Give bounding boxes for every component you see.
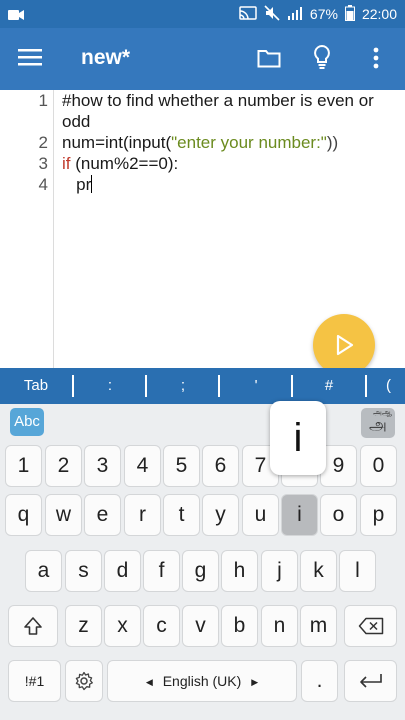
key-f[interactable]: f: [143, 550, 180, 592]
more-options-icon[interactable]: [372, 46, 380, 75]
symbol-paren[interactable]: (: [386, 368, 405, 404]
key-w[interactable]: w: [45, 494, 82, 536]
key-g[interactable]: g: [182, 550, 219, 592]
line-number: 2: [38, 133, 48, 152]
key-k[interactable]: k: [300, 550, 337, 592]
clock: 22:00: [361, 6, 397, 22]
key-z[interactable]: z: [65, 605, 102, 647]
symbol-tab[interactable]: Tab: [10, 368, 62, 404]
code-token: pr: [62, 175, 92, 194]
key-2[interactable]: 2: [45, 445, 82, 487]
key-d[interactable]: d: [104, 550, 141, 592]
symbol-semicolon[interactable]: ;: [155, 368, 211, 404]
key-h[interactable]: h: [221, 550, 258, 592]
symbol-quote[interactable]: ': [228, 368, 284, 404]
code-token: )): [326, 133, 339, 152]
divider: [218, 375, 220, 397]
code-text[interactable]: num=int(input("enter your number:")): [62, 133, 338, 153]
key-4[interactable]: 4: [124, 445, 161, 487]
key-p[interactable]: p: [360, 494, 397, 536]
language-switch-button[interactable]: அஆ அ: [361, 408, 395, 438]
symbols-key[interactable]: !#1: [8, 660, 61, 702]
status-bar: 67% 22:00: [0, 0, 405, 28]
key-a[interactable]: a: [25, 550, 62, 592]
key-q[interactable]: q: [5, 494, 42, 536]
run-button[interactable]: [313, 314, 375, 376]
settings-key[interactable]: [65, 660, 103, 702]
line-number-gutter: [0, 90, 54, 368]
key-r[interactable]: r: [124, 494, 161, 536]
enter-key[interactable]: [344, 660, 397, 702]
keyboard-mode-button[interactable]: Abc: [10, 408, 44, 436]
gear-icon: [75, 671, 93, 691]
key-e[interactable]: e: [84, 494, 121, 536]
key-o[interactable]: o: [320, 494, 357, 536]
code-text[interactable]: if (num%2==0):: [62, 154, 178, 174]
file-title: new*: [81, 46, 131, 69]
key-5[interactable]: 5: [163, 445, 200, 487]
key-v[interactable]: v: [182, 605, 219, 647]
hamburger-menu-icon[interactable]: [18, 47, 42, 72]
key-u[interactable]: u: [242, 494, 279, 536]
chevron-left-icon: ◀: [145, 677, 153, 687]
key-1[interactable]: 1: [5, 445, 42, 487]
enter-icon: [359, 674, 382, 688]
backspace-key[interactable]: [344, 605, 397, 647]
play-icon: [336, 334, 354, 356]
screen-record-icon: [8, 8, 24, 26]
key-t[interactable]: t: [163, 494, 200, 536]
code-text[interactable]: odd: [62, 112, 90, 132]
line-number: 1: [38, 91, 48, 110]
key-i[interactable]: i: [281, 494, 318, 536]
key-l[interactable]: l: [339, 550, 376, 592]
key-n[interactable]: n: [261, 605, 298, 647]
key-x[interactable]: x: [104, 605, 141, 647]
signal-icon: [287, 6, 303, 23]
code-token: num=int(input(: [62, 133, 172, 152]
divider: [291, 375, 293, 397]
string-literal: "enter your number:": [171, 133, 327, 152]
key-b[interactable]: b: [221, 605, 258, 647]
space-key[interactable]: ◀ English (UK) ▶: [107, 660, 297, 702]
app-bar: new*: [0, 28, 405, 90]
language-glyph: அ: [369, 417, 387, 434]
shift-icon: [24, 617, 42, 635]
language-label: அஆ: [372, 408, 392, 417]
symbol-toolbar: Tab : ; ' # (: [0, 368, 405, 404]
key-6[interactable]: 6: [202, 445, 239, 487]
divider: [145, 375, 147, 397]
battery-icon: [344, 4, 355, 24]
line-number: 3: [38, 154, 48, 173]
folder-icon[interactable]: [257, 48, 281, 73]
code-text[interactable]: pr: [62, 175, 93, 195]
key-y[interactable]: y: [202, 494, 239, 536]
divider: [72, 375, 74, 397]
line-number: 4: [38, 175, 48, 194]
battery-percent: 67%: [309, 6, 338, 22]
key-c[interactable]: c: [143, 605, 180, 647]
period-key[interactable]: .: [301, 660, 338, 702]
soft-keyboard: Abc அஆ அ 1 2 3 4 5 6 7 8 9 0 q w e r t y…: [0, 404, 405, 720]
divider: [365, 375, 367, 397]
shift-key[interactable]: [8, 605, 58, 647]
key-m[interactable]: m: [300, 605, 337, 647]
code-text[interactable]: #how to find whether a number is even or: [62, 91, 374, 111]
chevron-right-icon: ▶: [251, 677, 259, 687]
code-token: (num%2==0):: [70, 154, 179, 173]
symbol-hash[interactable]: #: [301, 368, 357, 404]
symbol-colon[interactable]: :: [82, 368, 138, 404]
key-j[interactable]: j: [261, 550, 298, 592]
mute-icon: [264, 4, 280, 24]
key-preview-popup: i: [270, 401, 326, 475]
key-3[interactable]: 3: [84, 445, 121, 487]
key-s[interactable]: s: [65, 550, 102, 592]
key-0[interactable]: 0: [360, 445, 397, 487]
cast-icon: [239, 5, 257, 23]
backspace-icon: [358, 617, 383, 635]
space-language-label: English (UK): [162, 673, 242, 689]
keyword-token: if: [62, 154, 71, 173]
lightbulb-icon[interactable]: [312, 44, 332, 75]
text-cursor: [91, 175, 93, 193]
